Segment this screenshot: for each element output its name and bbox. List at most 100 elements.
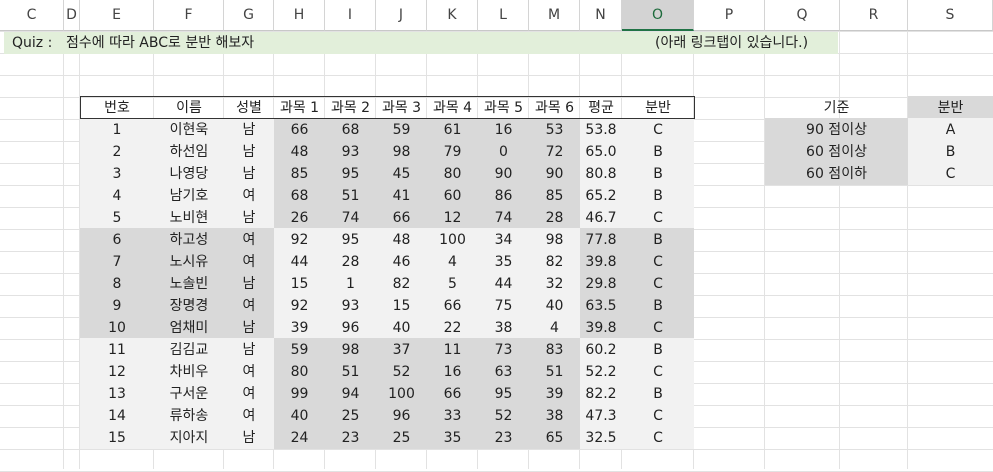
- table-cell[interactable]: 80: [274, 361, 325, 383]
- table-cell[interactable]: 63: [478, 361, 529, 383]
- table-cell[interactable]: 15: [80, 427, 154, 449]
- table-cell[interactable]: 여: [224, 383, 274, 405]
- table-cell[interactable]: 45: [376, 163, 427, 185]
- table-cell[interactable]: 지아지: [154, 427, 224, 449]
- table-cell[interactable]: 92: [274, 295, 325, 317]
- table-cell[interactable]: 7: [80, 251, 154, 273]
- table-cell[interactable]: 98: [529, 229, 580, 251]
- table-cell[interactable]: 61: [427, 119, 478, 141]
- table-cell[interactable]: 12: [427, 207, 478, 229]
- table-cell[interactable]: 39: [529, 383, 580, 405]
- quiz-text[interactable]: 점수에 따라 ABC로 분반 해보자: [66, 32, 254, 54]
- quiz-label[interactable]: Quiz :: [12, 32, 52, 54]
- table-cell[interactable]: 노시유: [154, 251, 224, 273]
- table-cell[interactable]: 95: [325, 229, 376, 251]
- table-cell[interactable]: 나영당: [154, 163, 224, 185]
- table-cell[interactable]: B: [622, 383, 694, 405]
- table-cell[interactable]: 6: [80, 229, 154, 251]
- table-cell[interactable]: 장명경: [154, 295, 224, 317]
- table-cell[interactable]: 김김교: [154, 339, 224, 361]
- table-cell[interactable]: 11: [427, 339, 478, 361]
- table-cell[interactable]: 14: [80, 405, 154, 427]
- table-cell[interactable]: 32: [529, 273, 580, 295]
- table-cell[interactable]: 86: [478, 185, 529, 207]
- table-cell[interactable]: 74: [325, 207, 376, 229]
- table-cell[interactable]: 39.8: [580, 251, 622, 273]
- table-cell[interactable]: 66: [376, 207, 427, 229]
- table-cell[interactable]: 8: [80, 273, 154, 295]
- table-cell[interactable]: 90: [529, 163, 580, 185]
- table-cell[interactable]: 28: [325, 251, 376, 273]
- criteria-cell[interactable]: 60 점이하: [765, 163, 908, 185]
- table-cell[interactable]: 38: [478, 317, 529, 339]
- table-cell[interactable]: 68: [274, 185, 325, 207]
- table-cell[interactable]: 40: [274, 405, 325, 427]
- table-cell[interactable]: 95: [325, 163, 376, 185]
- table-cell[interactable]: 남: [224, 141, 274, 163]
- column-header-e[interactable]: E: [80, 0, 154, 31]
- table-cell[interactable]: 82: [376, 273, 427, 295]
- table-cell[interactable]: 72: [529, 141, 580, 163]
- table-cell[interactable]: 100: [427, 229, 478, 251]
- table-cell[interactable]: 51: [325, 361, 376, 383]
- table-cell[interactable]: 68: [325, 119, 376, 141]
- table-cell[interactable]: 1: [325, 273, 376, 295]
- column-header-d[interactable]: D: [64, 0, 80, 31]
- table-cell[interactable]: 98: [325, 339, 376, 361]
- criteria-header-cell[interactable]: 분반: [908, 97, 993, 119]
- table-cell[interactable]: 65.0: [580, 141, 622, 163]
- table-cell[interactable]: 66: [274, 119, 325, 141]
- table-cell[interactable]: 29.8: [580, 273, 622, 295]
- table-cell[interactable]: 80: [427, 163, 478, 185]
- table-cell[interactable]: 39.8: [580, 317, 622, 339]
- table-cell[interactable]: 5: [427, 273, 478, 295]
- table-cell[interactable]: 93: [325, 295, 376, 317]
- table-cell[interactable]: B: [622, 339, 694, 361]
- table-cell[interactable]: 여: [224, 361, 274, 383]
- table-cell[interactable]: 40: [529, 295, 580, 317]
- table-cell[interactable]: B: [622, 295, 694, 317]
- table-cell[interactable]: 39: [274, 317, 325, 339]
- table-cell[interactable]: 남: [224, 317, 274, 339]
- column-header-m[interactable]: M: [529, 0, 580, 31]
- table-cell[interactable]: 52: [478, 405, 529, 427]
- table-cell[interactable]: 73: [478, 339, 529, 361]
- table-cell[interactable]: 66: [427, 383, 478, 405]
- table-cell[interactable]: 25: [325, 405, 376, 427]
- table-cell[interactable]: 23: [325, 427, 376, 449]
- table-cell[interactable]: B: [622, 163, 694, 185]
- column-header-g[interactable]: G: [224, 0, 274, 31]
- table-cell[interactable]: 16: [478, 119, 529, 141]
- table-cell[interactable]: 26: [274, 207, 325, 229]
- table-cell[interactable]: 15: [274, 273, 325, 295]
- column-header-i[interactable]: I: [325, 0, 376, 31]
- table-cell[interactable]: 9: [80, 295, 154, 317]
- table-cell[interactable]: 남: [224, 339, 274, 361]
- column-header-f[interactable]: F: [154, 0, 224, 31]
- table-cell[interactable]: 100: [376, 383, 427, 405]
- table-cell[interactable]: 51: [529, 361, 580, 383]
- column-header-q[interactable]: Q: [765, 0, 840, 31]
- table-cell[interactable]: 94: [325, 383, 376, 405]
- table-cell[interactable]: 남: [224, 273, 274, 295]
- table-cell[interactable]: 47.3: [580, 405, 622, 427]
- column-header-c[interactable]: C: [0, 0, 64, 31]
- table-cell[interactable]: 41: [376, 185, 427, 207]
- table-cell[interactable]: 60.2: [580, 339, 622, 361]
- table-cell[interactable]: 96: [376, 405, 427, 427]
- table-cell[interactable]: 28: [529, 207, 580, 229]
- table-cell[interactable]: 남: [224, 207, 274, 229]
- criteria-cell[interactable]: C: [908, 163, 993, 185]
- table-cell[interactable]: 1: [80, 119, 154, 141]
- table-cell[interactable]: 59: [274, 339, 325, 361]
- table-cell[interactable]: 3: [80, 163, 154, 185]
- table-cell[interactable]: 96: [325, 317, 376, 339]
- table-cell[interactable]: 하선임: [154, 141, 224, 163]
- table-cell[interactable]: 여: [224, 405, 274, 427]
- column-header-j[interactable]: J: [376, 0, 427, 31]
- table-cell[interactable]: 이현욱: [154, 119, 224, 141]
- table-cell[interactable]: 79: [427, 141, 478, 163]
- spreadsheet[interactable]: CDEFGHIJKLMNOPQRS Quiz : 점수에 따라 ABC로 분반 …: [0, 0, 993, 472]
- table-cell[interactable]: 남: [224, 427, 274, 449]
- table-cell[interactable]: 4: [529, 317, 580, 339]
